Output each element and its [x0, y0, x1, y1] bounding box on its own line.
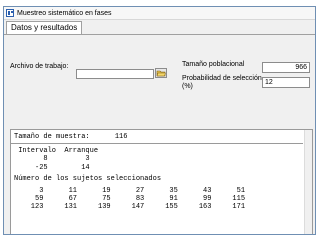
probabilidad-unit-label: (%)	[182, 83, 193, 90]
archivo-input[interactable]	[76, 69, 154, 79]
title-bar: Muestreo sistemático en fases	[4, 7, 315, 20]
interval-row: -25 14	[14, 163, 90, 172]
probabilidad-label: Probabilidad de selección	[182, 75, 262, 82]
app-icon	[6, 9, 14, 17]
subjects-row: 123 131 139 147 155 163 171	[14, 203, 246, 212]
window-title: Muestreo sistemático en fases	[17, 9, 112, 17]
tab-datos-resultados[interactable]: Datos y resultados	[6, 21, 83, 34]
interval-header: Intervalo Arranque	[14, 147, 99, 156]
vertical-scrollbar[interactable]	[304, 130, 312, 234]
folder-open-icon	[156, 70, 166, 77]
tamano-input[interactable]: 966	[262, 62, 310, 73]
output-separator	[11, 143, 303, 145]
sample-size-line: Tamaño de muestra: 116	[14, 133, 128, 141]
tamano-label: Tamaño poblacional	[182, 61, 245, 68]
probabilidad-input[interactable]: 12	[262, 77, 310, 88]
open-file-button[interactable]	[155, 68, 167, 78]
form-panel: Archivo de trabajo: Tamaño poblacional 9…	[4, 35, 315, 115]
interval-row: 8 3	[14, 155, 90, 164]
subjects-row: 59 67 75 83 91 99 115	[14, 195, 246, 204]
results-output[interactable]: Tamaño de muestra: 116 Intervalo Arranqu…	[10, 129, 313, 234]
subjects-header: Número de los sujetos seleccionados	[14, 174, 162, 183]
subjects-row: 3 11 19 27 35 43 51	[14, 187, 246, 196]
tab-strip: Datos y resultados	[4, 20, 315, 35]
app-window: Muestreo sistemático en fases Datos y re…	[3, 6, 316, 235]
archivo-label: Archivo de trabajo:	[10, 63, 69, 70]
